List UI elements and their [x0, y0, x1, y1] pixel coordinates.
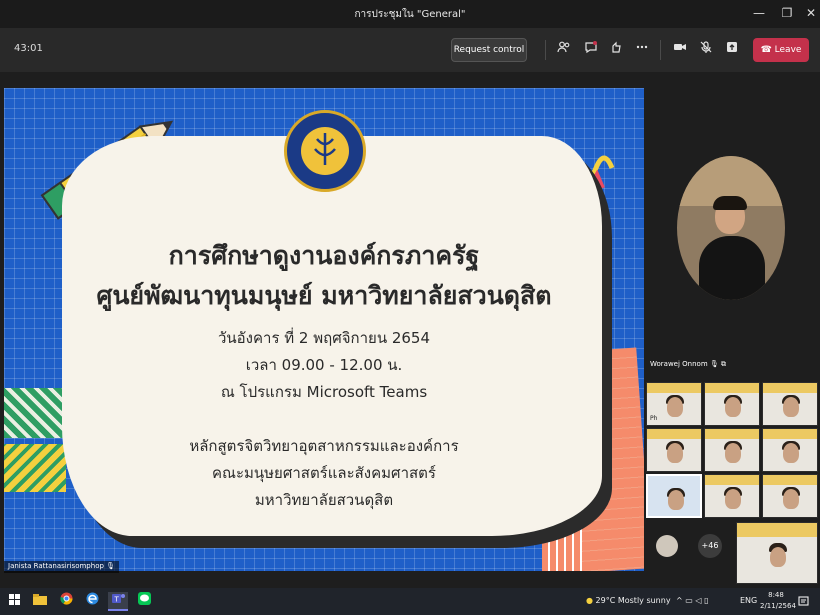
slide-thumbnail [705, 383, 759, 393]
request-control-button[interactable]: Request control [451, 38, 527, 62]
weather-widget[interactable]: ● 29°C Mostly sunny [586, 596, 671, 605]
emblem-symbol [314, 133, 336, 165]
chrome-icon[interactable] [56, 592, 76, 611]
participant-tile[interactable] [704, 382, 760, 426]
notification-icon[interactable] [798, 596, 809, 609]
featured-participant-video[interactable] [677, 156, 785, 300]
leave-label: Leave [774, 45, 802, 55]
window-titlebar: การประชุมใน "General" — ❐ ✕ [0, 0, 820, 28]
participant-tile[interactable] [762, 474, 818, 518]
teams-icon[interactable]: T [108, 592, 128, 611]
close-button[interactable]: ✕ [800, 4, 820, 22]
battery-icon: ▯ [704, 596, 709, 605]
featured-participant-tag: Worawej Onnom 🎙 ⧉ [650, 360, 726, 369]
file-explorer-icon[interactable] [30, 592, 50, 611]
phone-icon: ☎ [760, 45, 772, 55]
toolbar-divider [545, 40, 546, 60]
tray-icons[interactable]: ^ ▭ ◁ ▯ [676, 596, 708, 605]
slide-title-line1: การศึกษาดูงานองค์กรภาครัฐ [168, 241, 480, 270]
mic-off-icon[interactable] [696, 40, 716, 60]
slide-program-line3: มหาวิทยาลัยสวนดุสิต [254, 491, 394, 509]
mic-icon: 🎙 ⧉ [709, 360, 727, 368]
slide-time: เวลา 09.00 - 12.00 น. [245, 356, 403, 374]
avatar [725, 443, 741, 463]
slide-title-line2: ศูนย์พัฒนาทุนมนุษย์ มหาวิทยาลัยสวนดุสิต [96, 281, 552, 310]
share-icon[interactable] [722, 40, 742, 60]
weather-text: 29°C Mostly sunny [595, 596, 671, 605]
avatar[interactable] [656, 535, 678, 557]
language-indicator[interactable]: ENG [740, 596, 757, 605]
avatar [770, 547, 786, 567]
slide-date: วันอังคาร ที่ 2 พฤศจิกายน 2654 [217, 329, 431, 347]
avatar [667, 397, 683, 417]
avatar [667, 443, 683, 463]
sun-icon: ● [586, 596, 593, 605]
university-emblem [284, 110, 366, 192]
chat-icon[interactable] [581, 40, 601, 60]
participant-tile[interactable] [646, 428, 702, 472]
slide-thumbnail [647, 383, 701, 393]
slide-thumbnail [763, 429, 817, 439]
clock[interactable]: 8:48 2/11/2564 [760, 590, 796, 612]
slide-venue: ณ โปรแกรม Microsoft Teams [220, 383, 428, 401]
volume-icon: ◁ [695, 596, 702, 605]
people-icon[interactable] [554, 40, 574, 60]
avatar [725, 489, 741, 509]
reactions-icon[interactable] [606, 40, 626, 60]
window-title: การประชุมใน "General" [354, 9, 466, 20]
presenter-name: Janista Rattanasirisomphop [8, 562, 104, 570]
maximize-button[interactable]: ❐ [776, 4, 798, 22]
featured-participant-name: Worawej Onnom [650, 360, 708, 368]
toolbar-divider [660, 40, 661, 60]
slide-thumbnail [647, 429, 701, 439]
slide-thumbnail [705, 429, 759, 439]
participant-shirt [699, 236, 765, 300]
mic-icon: 🎙 [106, 562, 116, 570]
edge-icon[interactable] [82, 592, 102, 611]
slide-thumbnail [737, 523, 817, 537]
camera-icon[interactable] [670, 40, 690, 60]
participant-tile[interactable] [704, 474, 760, 518]
participant-tile[interactable] [762, 382, 818, 426]
avatar [783, 443, 799, 463]
presenter-name-tag: Janista Rattanasirisomphop 🎙 [4, 561, 120, 573]
avatar [725, 397, 741, 417]
minimize-button[interactable]: — [748, 4, 770, 22]
windows-taskbar: T ● 29°C Mostly sunny ^ ▭ ◁ ▯ ENG 8:48 2… [0, 588, 820, 615]
more-icon[interactable] [632, 40, 652, 60]
chevron-up-icon: ^ [676, 596, 683, 605]
participant-tile[interactable] [736, 522, 818, 584]
leave-button[interactable]: ☎ Leave [753, 38, 809, 62]
line-app-icon[interactable] [134, 592, 154, 611]
avatar [668, 490, 684, 510]
slide-program-line1: หลักสูตรจิตวิทยาอุตสาหกรรมและองค์การ [189, 437, 459, 455]
participant-hair [713, 196, 747, 210]
avatar [783, 489, 799, 509]
windows-start-icon[interactable] [4, 592, 24, 611]
slide-thumbnail [705, 475, 759, 485]
network-icon: ▭ [685, 596, 693, 605]
participant-tile[interactable] [762, 428, 818, 472]
slide-thumbnail [763, 475, 817, 485]
participant-tile[interactable]: Ph [646, 382, 702, 426]
slide-thumbnail [763, 383, 817, 393]
slide-program-line2: คณะมนุษยศาสตร์และสังคมศาสตร์ [212, 464, 436, 482]
svg-text:T: T [113, 596, 119, 604]
participant-tile[interactable] [704, 428, 760, 472]
avatar [783, 397, 799, 417]
meeting-timer: 43:01 [14, 43, 43, 54]
clock-date: 2/11/2564 [760, 602, 796, 610]
shared-slide: การศึกษาดูงานองค์กรภาครัฐ ศูนย์พัฒนาทุนม… [4, 88, 644, 571]
tile-label: Ph [650, 415, 658, 422]
participant-tile-active[interactable] [646, 474, 702, 518]
more-participants-button[interactable]: +46 [698, 534, 722, 558]
clock-time: 8:48 [768, 591, 784, 599]
